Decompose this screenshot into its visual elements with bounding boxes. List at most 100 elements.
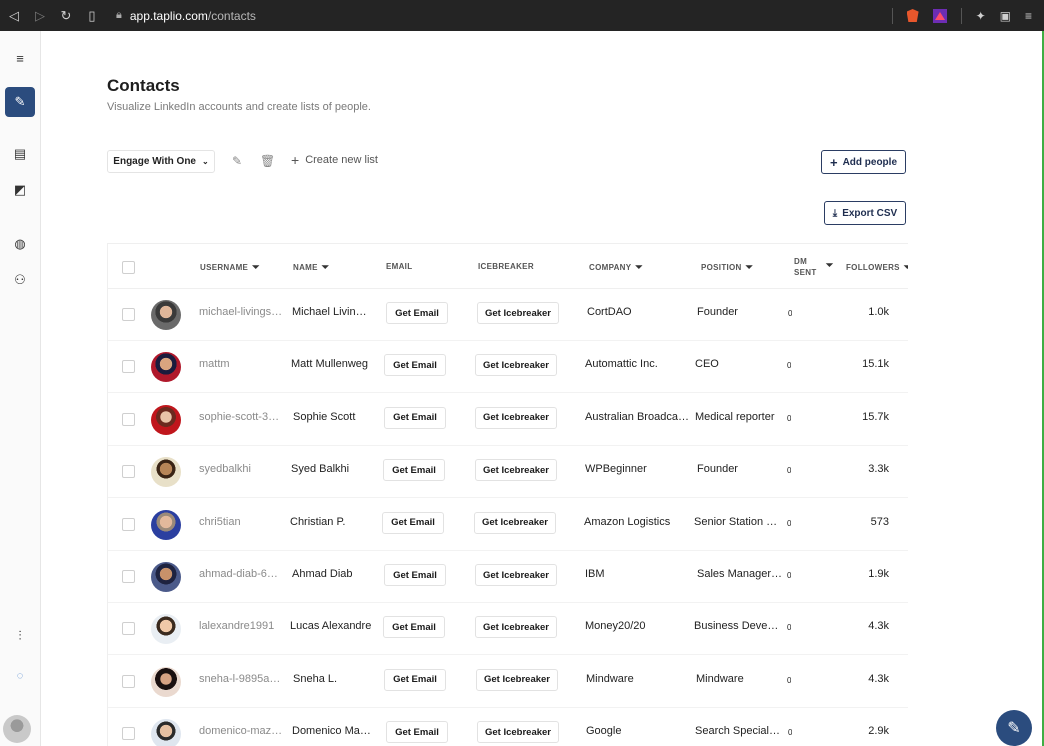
row-checkbox[interactable]: [122, 622, 135, 636]
row-checkbox[interactable]: [122, 412, 135, 426]
table-row[interactable]: sneha-l-9895a… Sneha L. Get Email Get Ic…: [108, 655, 908, 708]
get-icebreaker-button[interactable]: Get Icebreaker: [474, 511, 556, 534]
username-cell[interactable]: syedbalkhi: [199, 463, 287, 475]
forward-icon[interactable]: ▷: [28, 8, 52, 24]
row-checkbox[interactable]: [122, 674, 135, 688]
username-cell[interactable]: sophie-scott-3…: [199, 411, 287, 423]
row-checkbox[interactable]: [122, 570, 135, 583]
get-email-button[interactable]: Get Email: [383, 459, 445, 482]
create-new-list-button[interactable]: + Create new list: [291, 153, 378, 167]
extensions-icon[interactable]: ✦: [976, 9, 986, 23]
table-row[interactable]: lalexandre1991 Lucas Alexandre Get Email…: [108, 602, 908, 656]
get-email-button[interactable]: Get Email: [384, 354, 446, 377]
position-cell: Sales Manager …: [697, 568, 783, 580]
name-cell: Michael Livin…: [292, 306, 367, 318]
column-dm-sent[interactable]: DM SENT: [794, 256, 817, 278]
back-icon[interactable]: ◁: [2, 8, 26, 24]
dm-filter-icon[interactable]: ⏷: [822, 260, 834, 271]
get-icebreaker-button[interactable]: Get Icebreaker: [475, 354, 557, 377]
position-cell: Senior Station …: [694, 515, 778, 528]
delete-list-trash-icon[interactable]: 🗑︎: [260, 154, 275, 168]
brave-shield-icon[interactable]: [906, 9, 919, 22]
dm-sent-cell: 0: [787, 623, 792, 633]
column-company[interactable]: COMPANY ⏷: [589, 262, 643, 273]
column-company-label: COMPANY: [589, 263, 632, 272]
username-cell[interactable]: lalexandre1991: [199, 620, 287, 632]
table-row[interactable]: michael-livings… Michael Livin… Get Emai…: [108, 288, 908, 341]
get-icebreaker-button[interactable]: Get Icebreaker: [475, 616, 557, 639]
explore-icon[interactable]: ◍: [5, 229, 35, 259]
row-checkbox[interactable]: [122, 727, 135, 741]
avatar: [151, 719, 181, 746]
compose-fab-icon[interactable]: ✎: [996, 710, 1032, 746]
get-email-button[interactable]: Get Email: [386, 721, 448, 744]
column-username[interactable]: USERNAME ⏷: [200, 262, 260, 273]
compose-pencil-icon[interactable]: ✎: [5, 87, 35, 117]
get-icebreaker-button[interactable]: Get Icebreaker: [476, 668, 558, 691]
company-cell: Money20/20: [585, 620, 646, 633]
column-name[interactable]: NAME ⏷: [293, 262, 329, 273]
menu-icon[interactable]: ≡: [1025, 9, 1032, 23]
avatar: [151, 562, 181, 592]
bookmark-icon[interactable]: ▯: [80, 8, 104, 24]
address-bar[interactable]: 🔒︎ app.taplio.com/contacts: [116, 6, 892, 26]
wallet-icon[interactable]: ▣: [1000, 9, 1011, 23]
get-icebreaker-button[interactable]: Get Icebreaker: [475, 459, 557, 482]
filter-icon[interactable]: ⏷: [904, 262, 908, 272]
avatar: [151, 509, 181, 540]
get-icebreaker-button[interactable]: Get Icebreaker: [475, 564, 557, 586]
username-cell[interactable]: michael-livings…: [199, 306, 287, 318]
get-email-button[interactable]: Get Email: [384, 406, 446, 429]
row-checkbox[interactable]: [122, 360, 135, 374]
row-checkbox[interactable]: [122, 465, 135, 479]
table-row[interactable]: sophie-scott-3… Sophie Scott Get Email G…: [108, 393, 908, 446]
get-email-button[interactable]: Get Email: [384, 668, 446, 691]
posts-list-icon[interactable]: ▤: [5, 139, 35, 169]
get-icebreaker-button[interactable]: Get Icebreaker: [475, 406, 557, 429]
column-position[interactable]: POSITION ⏷: [701, 262, 753, 273]
username-cell[interactable]: chri5tian: [199, 516, 287, 528]
table-row[interactable]: domenico-maz… Domenico Ma… Get Email Get…: [108, 707, 908, 746]
filter-icon[interactable]: ⏷: [746, 262, 754, 272]
table-row[interactable]: ahmad-diab-6… Ahmad Diab Get Email Get I…: [108, 550, 908, 603]
get-email-button[interactable]: Get Email: [383, 616, 445, 639]
get-icebreaker-button[interactable]: Get Icebreaker: [477, 721, 559, 744]
export-csv-button[interactable]: ⤓ Export CSV: [824, 201, 906, 225]
table-row[interactable]: chri5tian Christian P. Get Email Get Ice…: [108, 498, 908, 551]
brave-rewards-icon[interactable]: [932, 8, 947, 23]
analytics-icon[interactable]: ◩: [5, 175, 35, 205]
get-icebreaker-label: Get Icebreaker: [482, 621, 549, 633]
list-selector[interactable]: Engage With One ⌄: [107, 150, 215, 173]
download-icon: ⤓: [832, 207, 838, 219]
filter-icon[interactable]: ⏷: [322, 262, 330, 272]
table-row[interactable]: syedbalkhi Syed Balkhi Get Email Get Ice…: [108, 445, 908, 499]
column-followers[interactable]: FOLLOWERS ⏷: [846, 262, 908, 273]
get-email-button[interactable]: Get Email: [382, 511, 444, 534]
column-icebreaker: ICEBREAKER: [478, 262, 534, 271]
avatar: [151, 300, 181, 330]
hamburger-menu-icon[interactable]: ≡: [5, 43, 35, 73]
get-email-button[interactable]: Get Email: [384, 564, 446, 586]
get-email-button[interactable]: Get Email: [386, 302, 448, 324]
plus-icon: +: [829, 154, 838, 170]
table-row[interactable]: mattm Matt Mullenweg Get Email Get Icebr…: [108, 340, 908, 394]
row-checkbox[interactable]: [122, 308, 135, 321]
filter-icon[interactable]: ⏷: [252, 262, 260, 272]
add-people-button[interactable]: + Add people: [821, 150, 906, 174]
get-icebreaker-button[interactable]: Get Icebreaker: [477, 302, 559, 324]
row-checkbox[interactable]: [122, 517, 135, 531]
chat-support-icon[interactable]: ◌: [5, 661, 35, 691]
select-all-checkbox[interactable]: [122, 261, 135, 274]
username-cell[interactable]: domenico-maz…: [199, 725, 287, 737]
edit-list-pencil-icon[interactable]: ✎: [232, 154, 242, 168]
username-cell[interactable]: ahmad-diab-6…: [199, 568, 287, 580]
username-cell[interactable]: mattm: [199, 358, 287, 370]
username-cell[interactable]: sneha-l-9895a…: [199, 673, 287, 685]
get-email-label: Get Email: [395, 307, 439, 319]
reload-icon[interactable]: ↻: [54, 8, 78, 24]
user-avatar[interactable]: [3, 715, 31, 743]
contacts-icon[interactable]: ⚇: [5, 265, 35, 295]
settings-sliders-icon[interactable]: ⫶: [5, 621, 35, 651]
followers-cell: 1.0k: [868, 306, 889, 318]
filter-icon[interactable]: ⏷: [635, 262, 643, 272]
